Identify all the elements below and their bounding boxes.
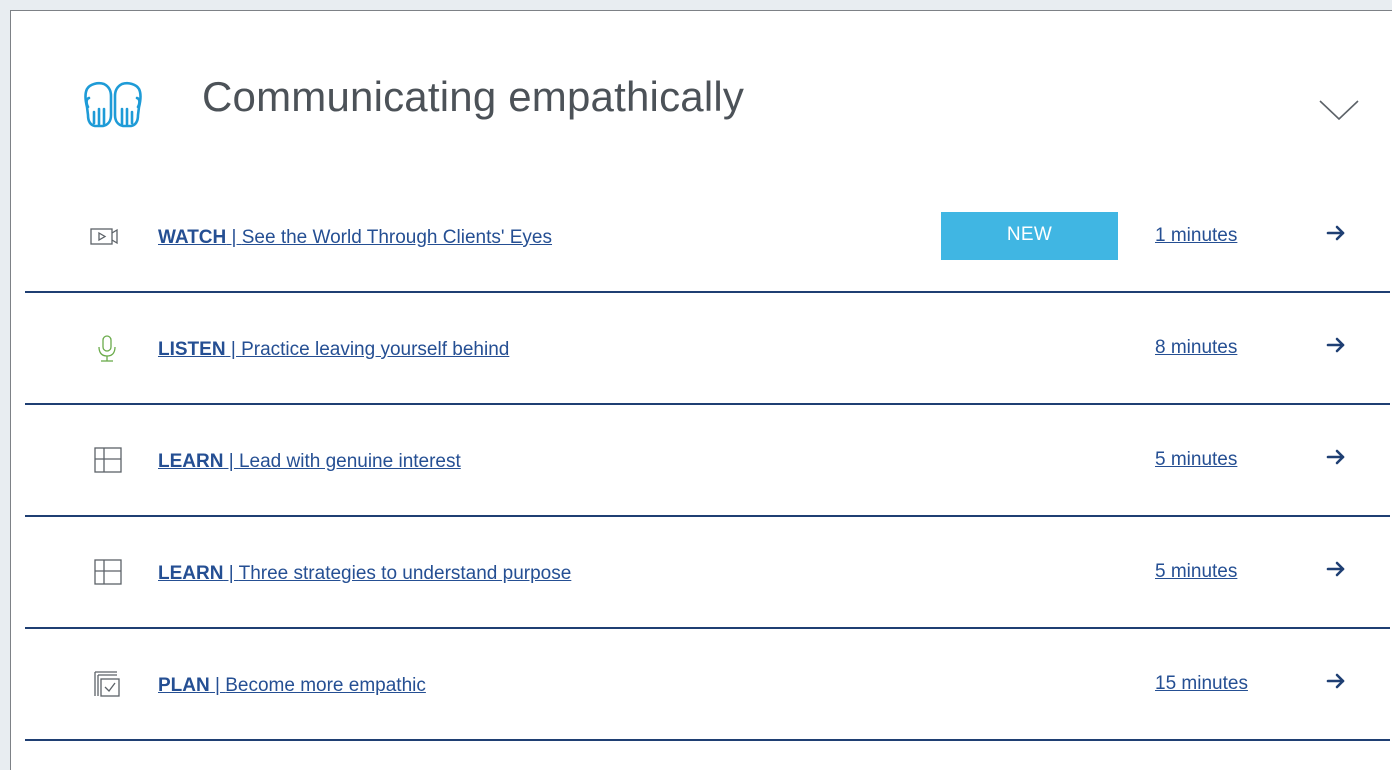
duration-link[interactable]: 5 minutes [1155, 561, 1237, 583]
activity-link[interactable]: LISTEN | Practice leaving yourself behin… [158, 339, 509, 361]
activity-link[interactable]: LEARN | Lead with genuine interest [158, 451, 461, 473]
activity-title: See the World Through Clients' Eyes [241, 227, 553, 248]
activity-separator: | [226, 227, 242, 248]
activity-list: WATCH | See the World Through Clients' E… [25, 181, 1390, 741]
activity-kind: PLAN [158, 675, 210, 696]
list-item[interactable]: LEARN | Lead with genuine interest 5 min… [25, 405, 1390, 517]
activity-title: Become more empathic [225, 675, 426, 696]
activity-link[interactable]: PLAN | Become more empathic [158, 675, 426, 697]
arrow-right-icon[interactable] [1325, 223, 1347, 243]
activity-kind: LEARN [158, 563, 224, 584]
duration-link[interactable]: 15 minutes [1155, 673, 1248, 695]
arrow-right-icon[interactable] [1325, 335, 1347, 355]
new-badge: NEW [941, 212, 1118, 260]
open-hands-icon [84, 81, 142, 128]
microphone-icon [98, 335, 116, 362]
list-item[interactable]: PLAN | Become more empathic 15 minutes [25, 629, 1390, 741]
activity-title: Practice leaving yourself behind [241, 339, 510, 360]
chevron-down-icon[interactable] [1319, 99, 1359, 121]
layout-grid-icon [94, 559, 122, 585]
activity-separator: | [225, 339, 242, 360]
section-card: Communicating empathically WATCH | See t… [10, 10, 1392, 770]
activity-kind: LEARN [158, 451, 224, 472]
activity-separator: | [209, 675, 226, 696]
activity-kind: LISTEN [158, 339, 226, 360]
arrow-right-icon[interactable] [1325, 559, 1347, 579]
section-header[interactable]: Communicating empathically [11, 11, 1392, 181]
arrow-right-icon[interactable] [1325, 447, 1347, 467]
checklist-icon [94, 671, 120, 697]
duration-link[interactable]: 1 minutes [1155, 225, 1237, 247]
section-title: Communicating empathically [202, 73, 745, 120]
activity-separator: | [223, 451, 239, 472]
duration-link[interactable]: 8 minutes [1155, 337, 1237, 359]
list-item[interactable]: WATCH | See the World Through Clients' E… [25, 181, 1390, 293]
activity-link[interactable]: WATCH | See the World Through Clients' E… [158, 227, 552, 249]
activity-title: Lead with genuine interest [238, 451, 461, 472]
list-item[interactable]: LEARN | Three strategies to understand p… [25, 517, 1390, 629]
list-item[interactable]: LISTEN | Practice leaving yourself behin… [25, 293, 1390, 405]
activity-separator: | [223, 563, 239, 584]
video-camera-icon [90, 228, 118, 245]
duration-link[interactable]: 5 minutes [1155, 449, 1237, 471]
activity-title: Three strategies to understand purpose [238, 563, 572, 584]
arrow-right-icon[interactable] [1325, 671, 1347, 691]
activity-link[interactable]: LEARN | Three strategies to understand p… [158, 563, 571, 585]
layout-grid-icon [94, 447, 122, 473]
activity-kind: WATCH [158, 227, 227, 248]
